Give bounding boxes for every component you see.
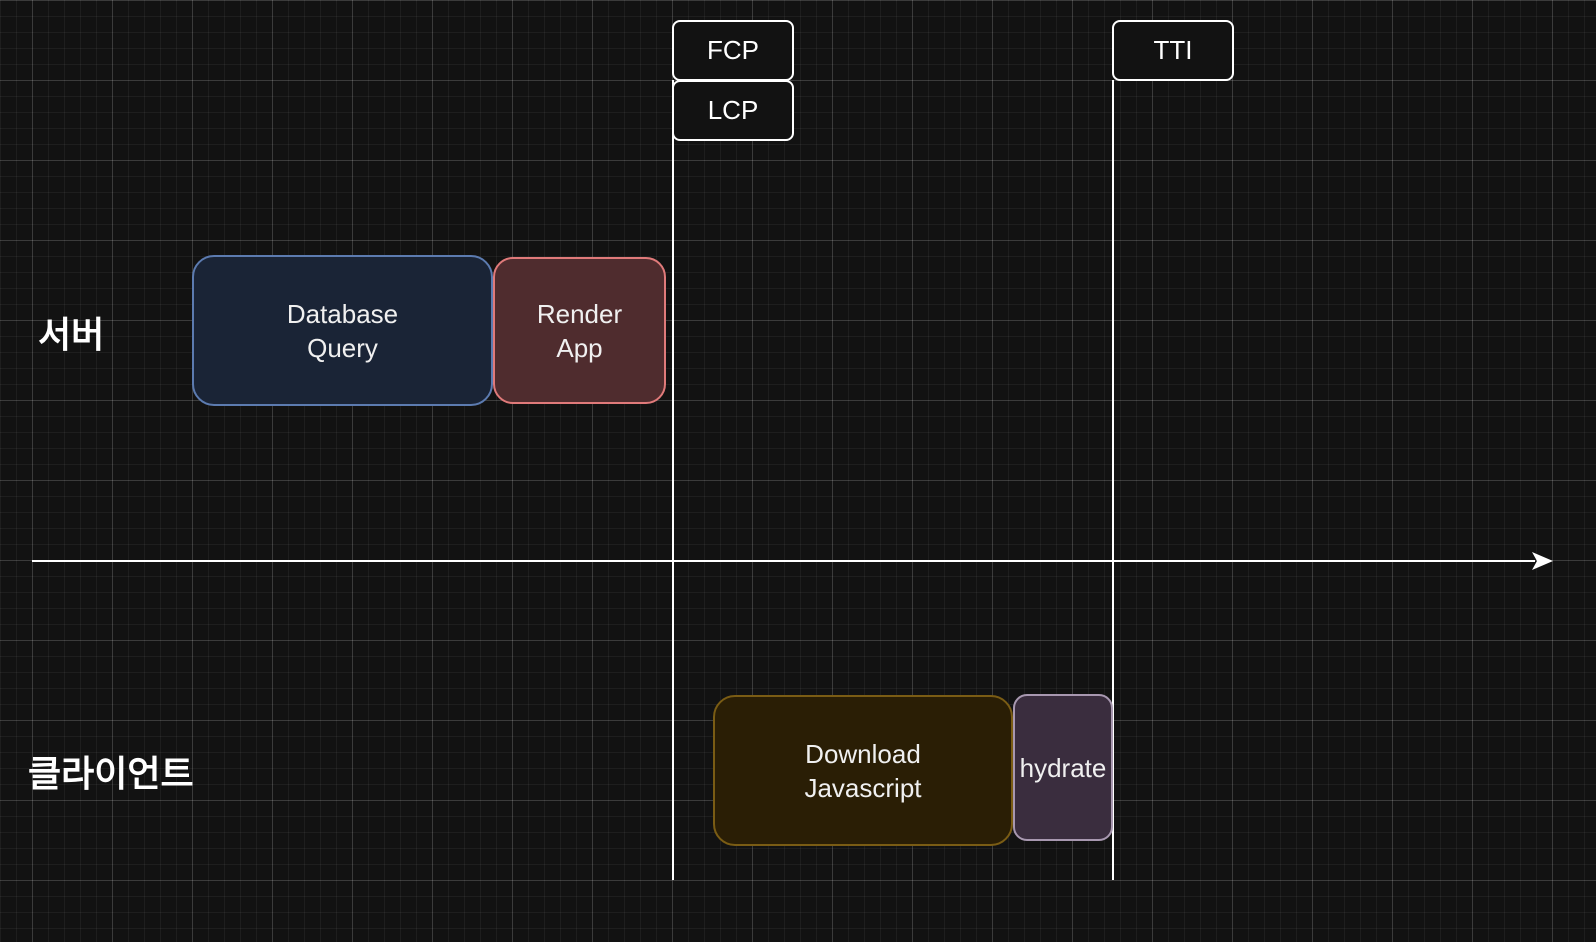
server-lane-label: 서버	[38, 315, 105, 356]
download-javascript-task: Download Javascript	[713, 695, 1013, 846]
client-lane-label: 클라이언트	[28, 754, 194, 795]
time-axis-arrowhead	[1532, 552, 1553, 570]
lcp-marker: LCP	[672, 80, 794, 141]
tti-marker: TTI	[1112, 20, 1234, 81]
render-app-task: Render App	[493, 257, 666, 404]
hydrate-task: hydrate	[1013, 694, 1113, 841]
database-query-task: Database Query	[192, 255, 493, 406]
fcp-marker: FCP	[672, 20, 794, 81]
